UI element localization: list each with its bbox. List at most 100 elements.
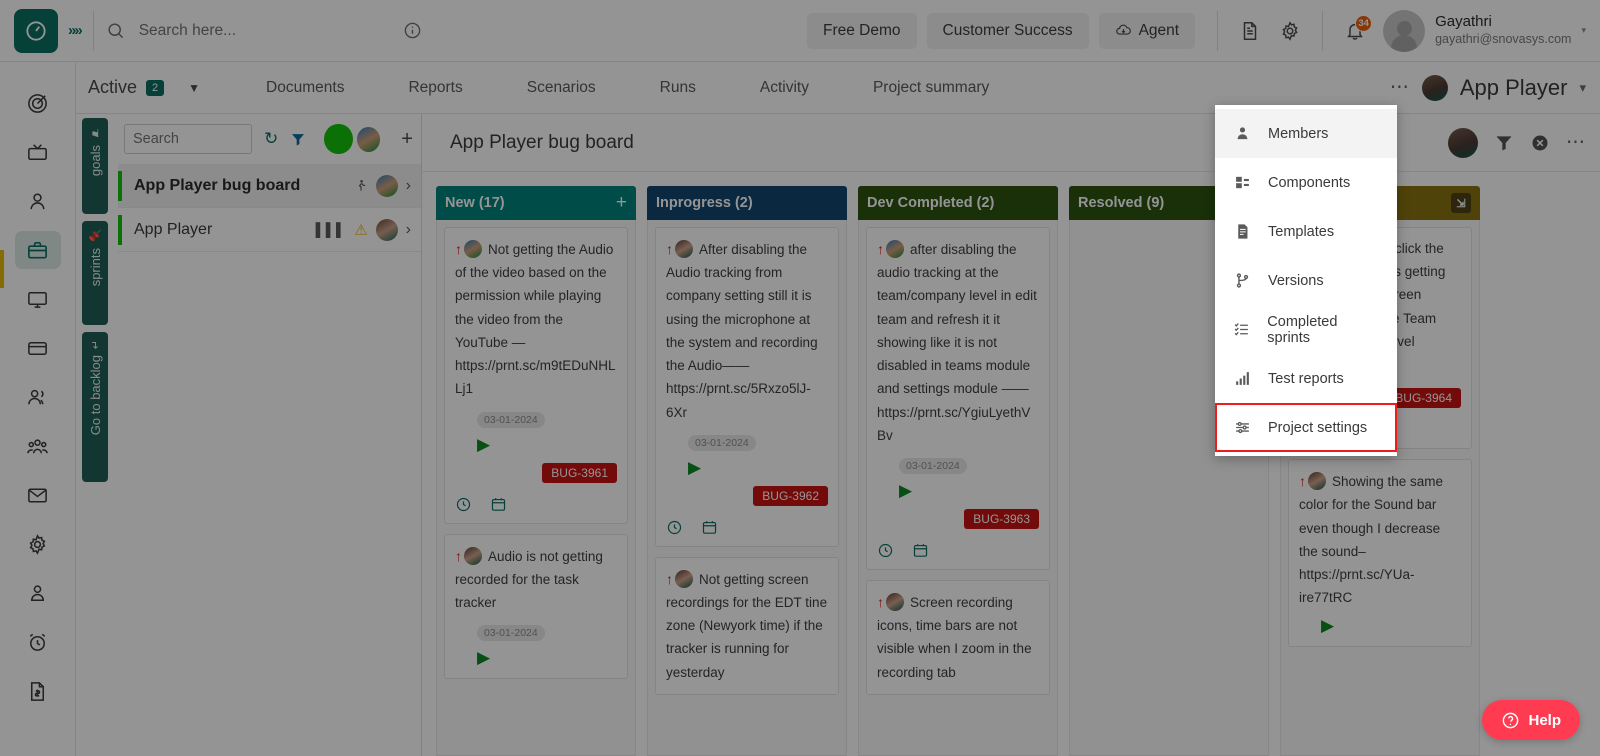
user-menu[interactable]: Gayathri gayathri@snovasys.com [1383,9,1571,52]
card-date: 03-01-2024 [688,434,756,451]
divider [92,10,94,51]
menu-item-members[interactable]: Members [1215,109,1397,158]
chevron-right-icon[interactable]: › [406,177,411,195]
card-title: After disabling the Audio tracking from … [666,242,818,420]
tab-scenarios[interactable]: Scenarios [495,79,628,97]
project-menu-ellipsis-icon[interactable]: ⋯ [1390,76,1410,99]
tab-reports[interactable]: Reports [376,79,494,97]
users-icon [28,389,44,404]
active-dropdown-caret-icon[interactable]: ▼ [188,81,200,95]
project-search-input[interactable] [124,124,252,154]
calendar-icon[interactable] [490,496,507,513]
menu-item-test-reports[interactable]: Test reports [1215,354,1397,403]
current-project-name[interactable]: App Player [1460,75,1568,101]
add-member-icon[interactable]: + [401,128,413,151]
menu-item-templates[interactable]: Templates [1215,207,1397,256]
row-avatar [375,174,398,197]
sidebar-item-mail[interactable] [15,476,61,514]
sidebar-item-monitor[interactable] [15,280,61,318]
sidebar-item-target[interactable] [15,84,61,122]
card-title: after disabling the audio tracking at th… [877,242,1037,443]
sidebar-item-invoice[interactable] [15,672,61,710]
free-demo-button[interactable]: Free Demo [806,12,917,49]
board-ellipsis-icon[interactable]: ⋯ [1566,131,1586,154]
clock-icon[interactable] [877,542,894,559]
global-search[interactable] [106,21,422,40]
column-header: Dev Completed (2) [858,186,1058,220]
play-icon[interactable]: ▶ [1321,616,1461,636]
play-icon[interactable]: ▶ [688,458,828,478]
search-input[interactable] [138,21,389,40]
sidebar-item-alarm[interactable] [15,623,61,661]
calendar-icon[interactable] [912,542,929,559]
info-circle-icon[interactable] [403,21,422,40]
bell-icon[interactable]: 34 [1335,11,1375,51]
refresh-icon[interactable]: ↻ [264,129,278,149]
board-card[interactable]: ↑ Not getting screen recordings for the E… [655,556,839,695]
add-card-icon[interactable]: + [616,192,627,214]
board-card[interactable]: ↑ Audio is not getting recorded for the t… [444,533,628,680]
board-card[interactable]: ↑ Not getting the Audio of the video base… [444,227,628,524]
column-body: ↑ After disabling the Audio tracking from… [647,220,847,756]
document-icon[interactable] [1230,11,1270,51]
sidebar-item-users[interactable] [15,378,61,416]
sidebar-item-user[interactable] [15,182,61,220]
collapse-column-icon[interactable]: ⇲ [1451,193,1471,213]
play-icon[interactable]: ▶ [899,481,1039,501]
board-avatar[interactable] [1448,127,1478,158]
clock-icon[interactable] [455,496,472,513]
agent-button[interactable]: Agent [1098,12,1196,49]
clock-logo-icon [26,20,46,41]
tab-runs[interactable]: Runs [628,79,728,97]
project-chevron-down-icon[interactable]: ▾ [1579,80,1586,96]
menu-item-completed-sprints[interactable]: Completed sprints [1215,305,1397,354]
briefcase-icon [28,241,47,259]
vtab-goals[interactable]: ⚑ goals [82,118,108,214]
app-logo[interactable] [14,8,58,53]
chevron-right-icon[interactable]: › [406,221,411,239]
chevron-double-right-icon[interactable]: »» [68,22,83,39]
menu-item-project-settings[interactable]: Project settings [1215,403,1397,452]
sidebar-item-settings[interactable] [15,525,61,563]
board-card[interactable]: ↑ After disabling the Audio tracking from… [655,227,839,547]
sidebar-item-person-badge[interactable] [15,574,61,612]
chevron-down-icon[interactable]: ▾ [1581,25,1586,36]
vtab-sprints[interactable]: 📌 sprints [82,221,108,325]
card-icon [28,341,47,355]
free-demo-label: Free Demo [822,21,901,39]
sidebar-item-tv[interactable] [15,133,61,171]
tab-activity[interactable]: Activity [728,79,841,97]
board-card[interactable]: ↑ after disabling the audio tracking at t… [866,227,1050,570]
help-button[interactable]: Help [1482,700,1580,740]
vtab-go-to-backlog[interactable]: ↵ Go to backlog [82,332,108,482]
filter-icon[interactable] [1494,133,1514,153]
sidebar-item-card[interactable] [15,329,61,367]
tab-documents[interactable]: Documents [234,79,376,97]
filter-icon[interactable] [290,131,306,148]
bug-id-tag: BUG-3963 [964,508,1039,529]
gear-icon[interactable] [1270,11,1310,51]
play-icon[interactable]: ▶ [477,435,617,455]
tab-project-summary[interactable]: Project summary [841,79,1021,97]
warning-icon: ⚠ [354,221,368,239]
row-status-bar [118,170,122,201]
sidebar-item-team[interactable] [15,427,61,465]
menu-item-versions[interactable]: Versions [1215,256,1397,305]
bar-chart-icon [1232,370,1252,387]
sidebar-item-briefcase[interactable] [14,231,61,269]
play-icon[interactable]: ▶ [477,648,617,668]
board-card[interactable]: ↑ Screen recording icons, time bars are n… [866,579,1050,695]
board-card[interactable]: ↑ Showing the same color for the Sound ba… [1288,459,1472,648]
calendar-icon[interactable] [701,519,718,536]
vtab-goals-label: goals [87,145,103,177]
member-avatar[interactable] [355,125,382,153]
project-row-app-player-bug-board[interactable]: App Player bug board › [118,164,421,208]
customer-success-button[interactable]: Customer Success [926,12,1089,49]
menu-item-components[interactable]: Components [1215,158,1397,207]
active-filter[interactable]: Active 2 [88,77,165,98]
clock-icon[interactable] [666,519,683,536]
settings-icon [29,533,46,555]
project-row-app-player[interactable]: App Player ▌▌▌ ⚠ › [118,208,421,252]
card-avatar [1308,472,1326,491]
clear-filter-icon[interactable] [1530,133,1550,153]
